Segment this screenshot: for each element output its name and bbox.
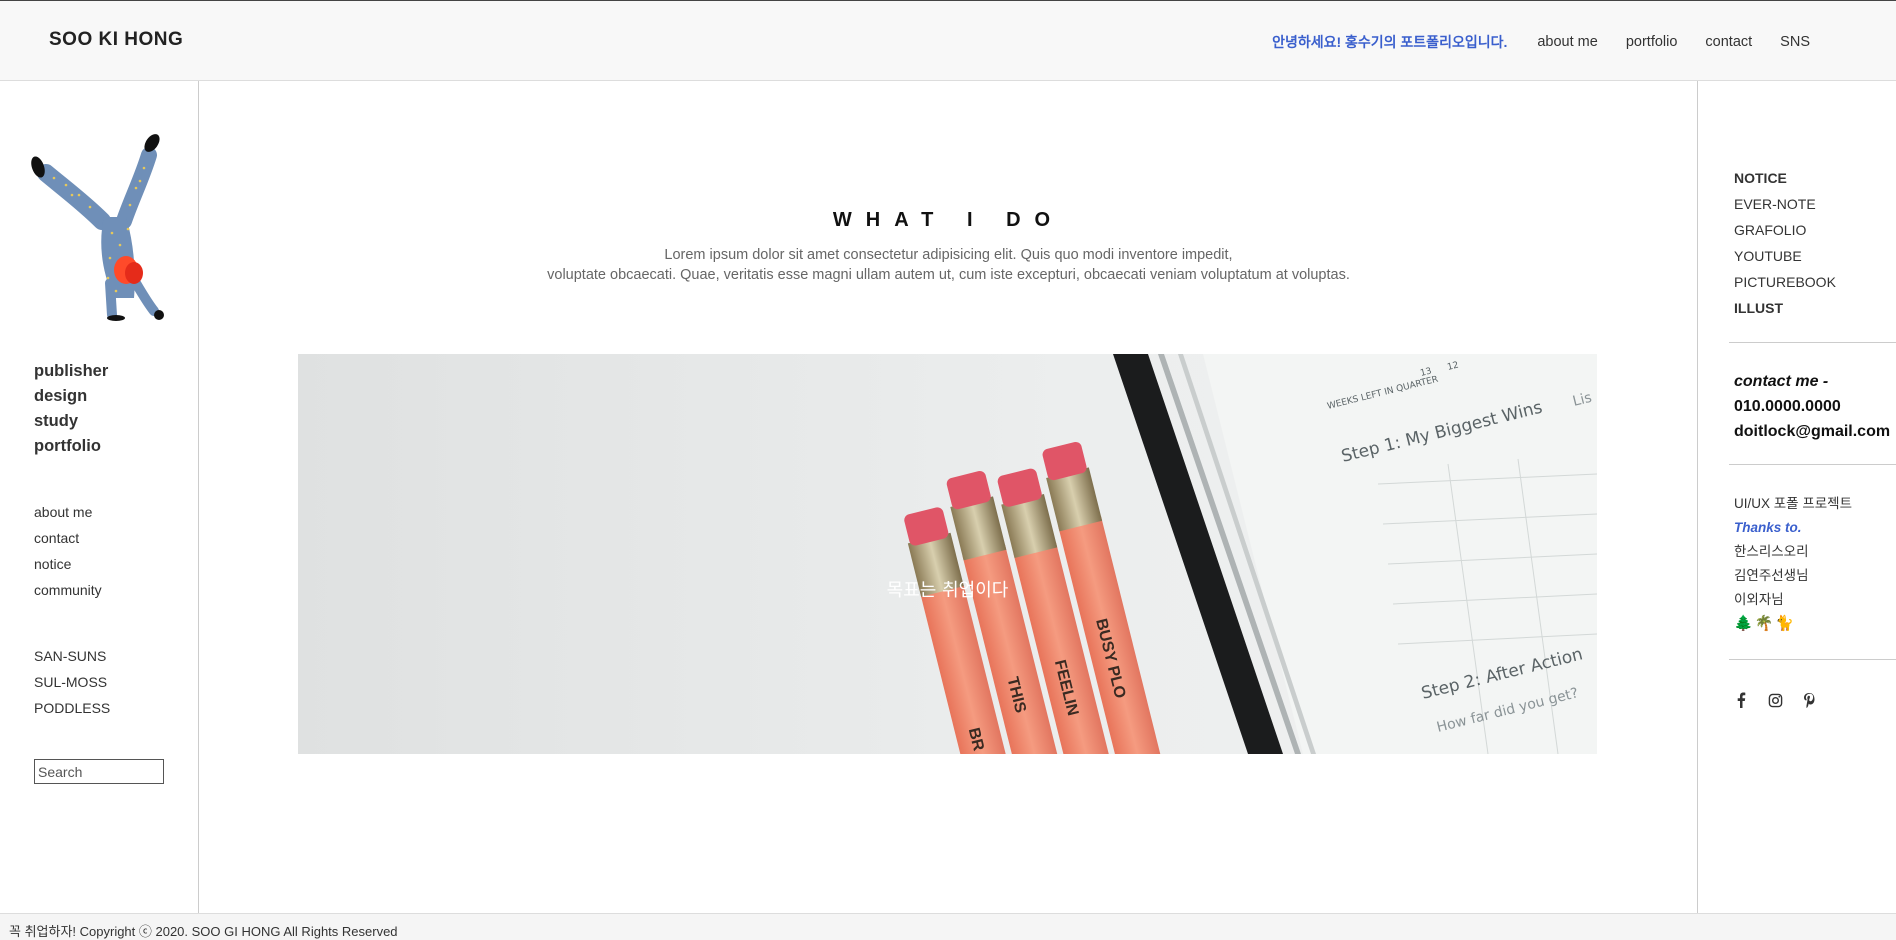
pinterest-icon[interactable] (1800, 691, 1818, 709)
left-sidebar: publisher design study portfolio about m… (0, 81, 199, 913)
category-menu: publisher design study portfolio (34, 359, 108, 459)
handstand-illustration (31, 134, 164, 321)
phone-number: 010.0000.0000 (1734, 398, 1841, 415)
brand-sul-moss[interactable]: SUL-MOSS (34, 669, 110, 695)
side-about-me[interactable]: about me (34, 499, 102, 525)
site-footer: 꼭 취업하자! Copyright ⓒ 2020. SOO GI HONG Al… (0, 913, 1896, 940)
side-community[interactable]: community (34, 577, 102, 603)
picturebook-link[interactable]: PICTUREBOOK (1734, 269, 1836, 295)
section-description: Lorem ipsum dolor sit amet consectetur a… (199, 245, 1698, 285)
brand-menu: SAN-SUNS SUL-MOSS PODDLESS (34, 643, 110, 721)
hero-caption: 목표는 취업이다 (886, 580, 1009, 601)
social-icons (1732, 691, 1818, 709)
thanks-label: Thanks to. (1734, 520, 1802, 535)
side-sub-menu: about me contact notice community (34, 499, 102, 603)
nav-contact[interactable]: contact (1705, 34, 1752, 50)
notice-menu: NOTICE EVER-NOTE GRAFOLIO YOUTUBE PICTUR… (1734, 165, 1836, 321)
description-line-1: Lorem ipsum dolor sit amet consectetur a… (664, 247, 1233, 263)
instagram-icon[interactable] (1766, 691, 1784, 709)
pencils-notebook-photo: WEEKS LEFT IN QUARTER 13 12 Step 1: My B… (298, 354, 1597, 754)
nav-sns[interactable]: SNS (1780, 34, 1810, 50)
grafolio-link[interactable]: GRAFOLIO (1734, 217, 1836, 243)
greeting-text: 안녕하세요! 홍수기의 포트폴리오입니다. (1272, 34, 1508, 50)
divider (1729, 464, 1896, 465)
top-nav: 안녕하세요! 홍수기의 포트폴리오입니다. about me portfolio… (1272, 32, 1810, 52)
nav-about-me[interactable]: about me (1537, 34, 1597, 50)
divider (1729, 342, 1896, 343)
search-input[interactable] (34, 759, 164, 784)
thanks-name-1: 한스리스오리 (1734, 544, 1809, 559)
facebook-icon[interactable] (1732, 691, 1750, 709)
side-notice[interactable]: notice (34, 551, 102, 577)
notice-link[interactable]: NOTICE (1734, 165, 1836, 191)
emoji-row: 🌲🌴🐈 (1734, 615, 1797, 632)
contact-label: contact me - (1734, 373, 1829, 390)
illust-link[interactable]: ILLUST (1734, 295, 1836, 321)
site-logo[interactable]: SOO KI HONG (49, 29, 183, 51)
category-publisher[interactable]: publisher (34, 359, 108, 384)
youtube-link[interactable]: YOUTUBE (1734, 243, 1836, 269)
divider (1729, 659, 1896, 660)
evernote-link[interactable]: EVER-NOTE (1734, 191, 1836, 217)
section-title: WHAT I DO (832, 209, 1065, 231)
thanks-name-2: 김연주선생님 (1734, 568, 1809, 583)
category-design[interactable]: design (34, 384, 108, 409)
brand-poddless[interactable]: PODDLESS (34, 695, 110, 721)
category-portfolio[interactable]: portfolio (34, 434, 108, 459)
nav-portfolio[interactable]: portfolio (1626, 34, 1678, 50)
category-study[interactable]: study (34, 409, 108, 434)
thanks-name-3: 이외자님 (1734, 592, 1784, 607)
right-sidebar: NOTICE EVER-NOTE GRAFOLIO YOUTUBE PICTUR… (1697, 81, 1896, 913)
side-contact[interactable]: contact (34, 525, 102, 551)
description-line-2: voluptate obcaecati. Quae, veritatis ess… (547, 267, 1350, 283)
email-address[interactable]: doitlock@gmail.com (1734, 419, 1890, 444)
main-content: WHAT I DO Lorem ipsum dolor sit amet con… (199, 81, 1698, 913)
thanks-section: UI/UX 포폴 프로젝트 Thanks to. 한스리스오리 김연주선생님 이… (1734, 492, 1852, 636)
hero-image: WEEKS LEFT IN QUARTER 13 12 Step 1: My B… (298, 354, 1597, 754)
contact-info: contact me - 010.0000.0000 doitlock@gmai… (1734, 369, 1890, 444)
site-header: SOO KI HONG 안녕하세요! 홍수기의 포트폴리오입니다. about … (0, 0, 1896, 81)
brand-san-suns[interactable]: SAN-SUNS (34, 643, 110, 669)
project-label: UI/UX 포폴 프로젝트 (1734, 496, 1853, 511)
